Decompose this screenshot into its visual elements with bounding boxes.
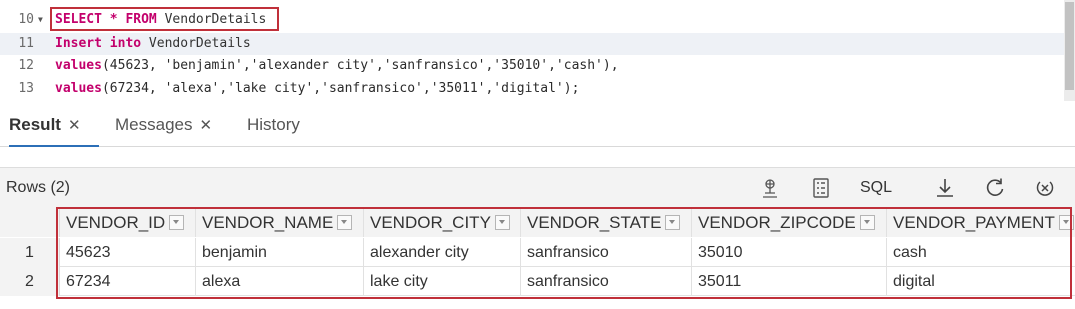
tab-result[interactable]: Result ✕: [9, 104, 99, 147]
line-number: 11: [18, 36, 34, 51]
result-toolbar: Rows (2) SQL: [0, 167, 1075, 209]
tab-label: History: [247, 115, 300, 134]
tab-history[interactable]: History: [247, 104, 300, 146]
clear-icon[interactable]: [1034, 177, 1056, 199]
tab-messages[interactable]: Messages ✕: [115, 104, 212, 146]
sql-editor[interactable]: 10 ▼ SELECT * FROM VendorDetails 11 Inse…: [0, 0, 1075, 101]
refresh-icon[interactable]: [984, 177, 1006, 199]
code-text: values(67234, 'alexa','lake city','sanfr…: [55, 81, 580, 96]
code-line-12[interactable]: 12 values(45623, 'benjamin','alexander c…: [0, 55, 1064, 77]
highlight-box: [50, 7, 279, 31]
close-icon[interactable]: ✕: [68, 117, 81, 134]
code-text: Insert into VendorDetails: [55, 36, 251, 51]
scrollbar-thumb[interactable]: [1065, 2, 1074, 90]
row-number: 2: [0, 267, 60, 296]
result-tabs: Result ✕ Messages ✕ History: [0, 104, 1075, 147]
tab-label: Messages: [115, 115, 193, 134]
fold-arrow-icon[interactable]: ▼: [38, 9, 43, 31]
tab-label: Result: [9, 115, 61, 134]
editor-scrollbar[interactable]: [1064, 0, 1075, 101]
highlight-box: [56, 207, 1072, 299]
line-number: 12: [18, 58, 34, 73]
chart-icon[interactable]: [759, 177, 781, 199]
download-icon[interactable]: [934, 177, 956, 199]
line-number: 10: [18, 12, 34, 27]
code-line-11[interactable]: 11 Insert into VendorDetails: [0, 33, 1064, 55]
code-text: values(45623, 'benjamin','alexander city…: [55, 58, 619, 73]
close-icon[interactable]: ✕: [199, 117, 212, 134]
sql-button[interactable]: SQL: [860, 168, 892, 208]
code-line-13[interactable]: 13 values(67234, 'alexa','lake city','sa…: [0, 78, 1064, 100]
row-number: 1: [0, 238, 60, 267]
row-count-label: Rows (2): [6, 179, 71, 196]
details-icon[interactable]: [810, 177, 832, 199]
line-number: 13: [18, 81, 34, 96]
row-number-header: [0, 208, 60, 237]
